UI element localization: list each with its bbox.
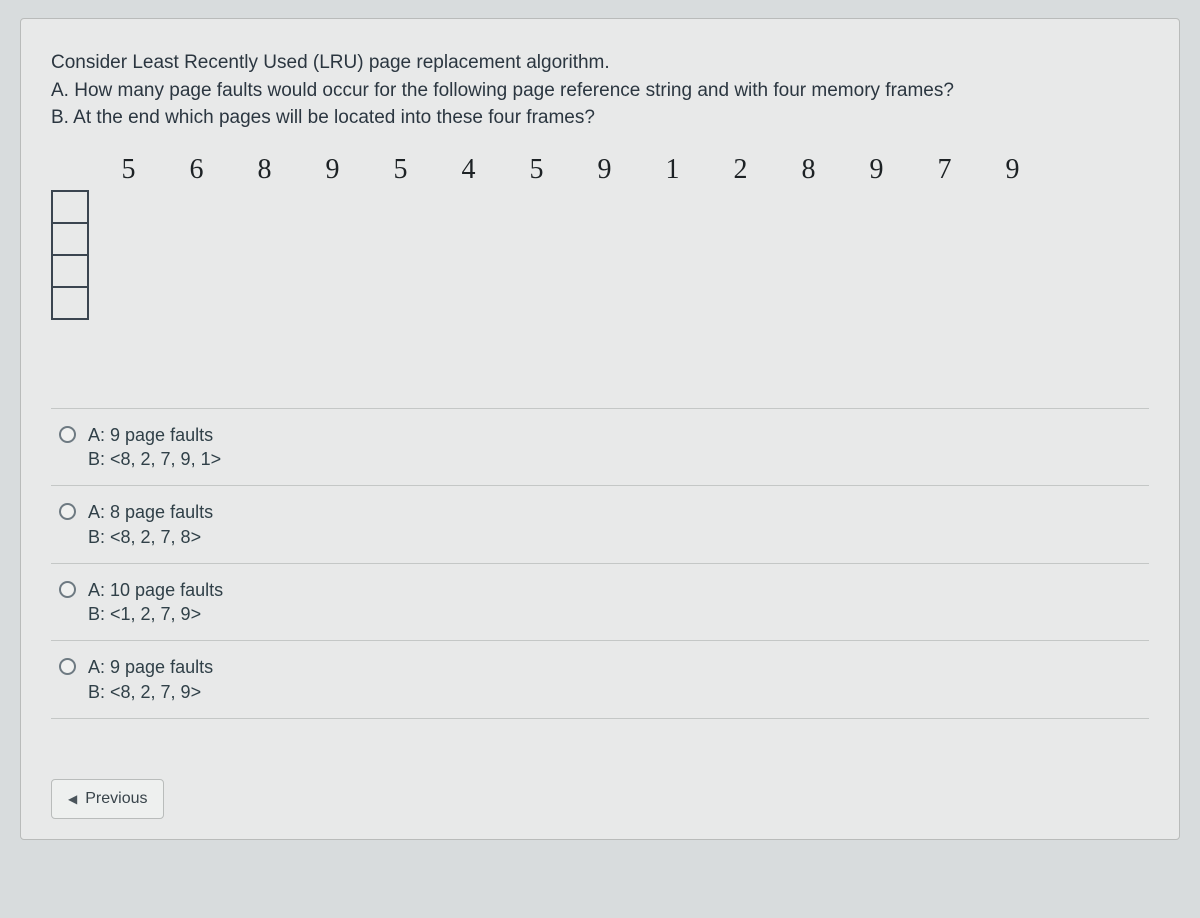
reference-row: 5 6 8 9 5 4 5 9 1 2 8 9 7 9 (51, 150, 1149, 318)
frame-cell (51, 286, 89, 320)
ref-num: 8 (255, 154, 275, 186)
ref-num: 1 (663, 154, 683, 186)
ref-num: 9 (323, 154, 343, 186)
option-line-b: B: <8, 2, 7, 9> (88, 680, 213, 704)
question-card: Consider Least Recently Used (LRU) page … (20, 18, 1180, 840)
stem-line-3: B. At the end which pages will be locate… (51, 104, 1149, 132)
option-line-a: A: 9 page faults (88, 423, 221, 447)
question-stem: Consider Least Recently Used (LRU) page … (51, 49, 1149, 132)
caret-left-icon: ◀ (68, 792, 77, 806)
ref-num: 5 (119, 154, 139, 186)
option-2[interactable]: A: 8 page faults B: <8, 2, 7, 8> (51, 485, 1149, 563)
option-text: A: 8 page faults B: <8, 2, 7, 8> (88, 500, 213, 549)
ref-num: 7 (935, 154, 955, 186)
radio-icon[interactable] (59, 503, 76, 520)
answer-options: A: 9 page faults B: <8, 2, 7, 9, 1> A: 8… (51, 408, 1149, 719)
ref-num: 9 (867, 154, 887, 186)
option-text: A: 9 page faults B: <8, 2, 7, 9, 1> (88, 423, 221, 472)
ref-num: 8 (799, 154, 819, 186)
reference-string: 5 6 8 9 5 4 5 9 1 2 8 9 7 9 (113, 150, 1023, 186)
ref-num: 9 (595, 154, 615, 186)
radio-icon[interactable] (59, 426, 76, 443)
previous-button[interactable]: ◀ Previous (51, 779, 164, 819)
frame-cell (51, 190, 89, 224)
ref-num: 4 (459, 154, 479, 186)
radio-icon[interactable] (59, 658, 76, 675)
option-3[interactable]: A: 10 page faults B: <1, 2, 7, 9> (51, 563, 1149, 641)
radio-icon[interactable] (59, 581, 76, 598)
option-1[interactable]: A: 9 page faults B: <8, 2, 7, 9, 1> (51, 408, 1149, 486)
previous-label: Previous (85, 790, 147, 808)
option-line-b: B: <8, 2, 7, 9, 1> (88, 447, 221, 471)
frame-cell (51, 222, 89, 256)
frame-cell (51, 254, 89, 288)
memory-frames (51, 190, 89, 318)
option-text: A: 10 page faults B: <1, 2, 7, 9> (88, 578, 223, 627)
ref-num: 5 (391, 154, 411, 186)
option-text: A: 9 page faults B: <8, 2, 7, 9> (88, 655, 213, 704)
ref-num: 9 (1003, 154, 1023, 186)
stem-line-2: A. How many page faults would occur for … (51, 77, 1149, 105)
option-4[interactable]: A: 9 page faults B: <8, 2, 7, 9> (51, 640, 1149, 719)
ref-num: 6 (187, 154, 207, 186)
option-line-a: A: 10 page faults (88, 578, 223, 602)
option-line-b: B: <1, 2, 7, 9> (88, 602, 223, 626)
ref-num: 5 (527, 154, 547, 186)
stem-line-1: Consider Least Recently Used (LRU) page … (51, 49, 1149, 77)
option-line-b: B: <8, 2, 7, 8> (88, 525, 213, 549)
option-line-a: A: 8 page faults (88, 500, 213, 524)
ref-num: 2 (731, 154, 751, 186)
option-line-a: A: 9 page faults (88, 655, 213, 679)
